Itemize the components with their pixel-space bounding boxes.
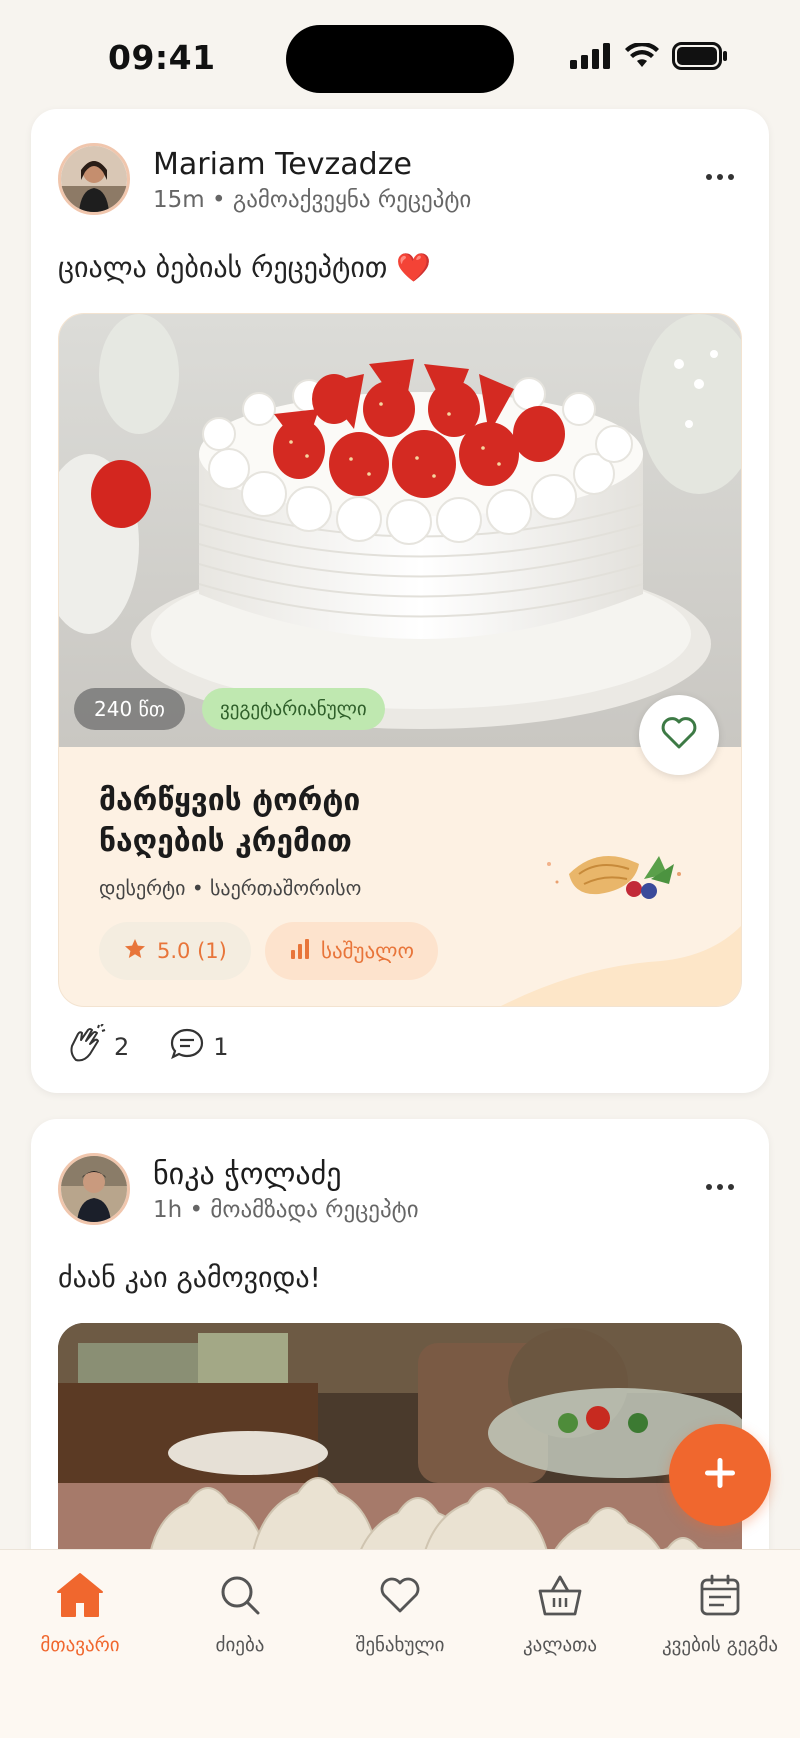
clap-button[interactable]: 2 (66, 1023, 130, 1070)
signal-icon (570, 43, 612, 73)
reactions-bar: 2 1 (66, 1023, 259, 1070)
nav-search[interactable]: ძიება (160, 1572, 320, 1656)
avatar[interactable] (58, 143, 130, 215)
nav-meal-plan[interactable]: კვების გეგმა (640, 1572, 800, 1656)
avatar[interactable] (58, 1153, 130, 1225)
difficulty-value: საშუალო (321, 939, 415, 963)
recipe-photo: 240 წთ ვეგეტარიანული (59, 314, 741, 747)
status-icons (570, 41, 728, 74)
post-meta: 1h • მოამზადა რეცეპტი (153, 1197, 419, 1223)
vegetarian-tag: ვეგეტარიანული (202, 688, 385, 730)
nav-basket-label: კალათა (522, 1634, 598, 1656)
nav-home[interactable]: მთავარი (0, 1572, 160, 1656)
calendar-icon (699, 1573, 741, 1621)
author-name[interactable]: ნიკა ჭოლაძე (153, 1157, 342, 1192)
post-meta: 15m • გამოაქვეყნა რეცეპტი (153, 187, 472, 213)
favorite-button[interactable] (639, 695, 719, 775)
clap-icon (66, 1023, 106, 1070)
post-caption: ციალა ბებიას რეცეპტით ❤️ (58, 251, 432, 284)
cook-time-tag: 240 წთ (74, 688, 185, 730)
nav-search-label: ძიება (215, 1634, 265, 1656)
clap-count: 2 (114, 1033, 130, 1061)
search-icon (219, 1574, 261, 1620)
recipe-title[interactable]: მარწყვის ტორტი ნაღების კრემით (99, 780, 499, 862)
heart-icon (379, 1576, 421, 1618)
star-icon (123, 937, 147, 966)
bottom-navigation: მთავარი ძიება შენახული კალათა კვების გეგ… (0, 1549, 800, 1738)
heart-icon (660, 716, 698, 754)
nav-home-label: მთავარი (40, 1634, 120, 1656)
bar-chart-icon (289, 938, 311, 965)
nav-basket[interactable]: კალათა (480, 1572, 640, 1656)
basket-icon (537, 1573, 583, 1621)
pastry-illustration (539, 834, 689, 914)
comment-button[interactable]: 1 (169, 1027, 229, 1067)
post-header: Mariam Tevzadze 15m • გამოაქვეყნა რეცეპტ… (58, 143, 742, 217)
more-options-button[interactable] (700, 165, 740, 189)
nav-meal-plan-label: კვების გეგმა (661, 1634, 779, 1656)
recipe-title-line: მარწყვის ტორტი (99, 783, 361, 818)
home-icon (56, 1572, 104, 1622)
plus-icon (703, 1456, 737, 1494)
recipe-category: დესერტი • საერთაშორისო (99, 876, 362, 900)
comment-count: 1 (213, 1033, 229, 1061)
status-time: 09:41 (108, 38, 216, 77)
rating-value: 5.0 (1) (157, 939, 227, 963)
decorative-wave (501, 926, 741, 1006)
post-caption: ძაან კაი გამოვიდა! (58, 1261, 321, 1294)
battery-icon (672, 42, 728, 74)
recipe-card[interactable]: 240 წთ ვეგეტარიანული მარწყვის ტორტი ნაღე… (58, 313, 742, 1007)
status-bar: 09:41 (0, 0, 800, 110)
difficulty-pill[interactable]: საშუალო (265, 922, 439, 980)
wifi-icon (624, 41, 660, 73)
nav-saved-label: შენახული (355, 1634, 445, 1656)
author-name[interactable]: Mariam Tevzadze (153, 147, 412, 182)
more-options-button[interactable] (700, 1175, 740, 1199)
nav-saved[interactable]: შენახული (320, 1572, 480, 1656)
comment-icon (169, 1027, 205, 1067)
post-card: Mariam Tevzadze 15m • გამოაქვეყნა რეცეპტ… (31, 109, 769, 1093)
rating-pill[interactable]: 5.0 (1) (99, 922, 251, 980)
add-recipe-button[interactable] (669, 1424, 771, 1526)
dynamic-island (286, 25, 514, 93)
recipe-title-line: ნაღების კრემით (99, 824, 352, 859)
post-header: ნიკა ჭოლაძე 1h • მოამზადა რეცეპტი (58, 1153, 742, 1227)
